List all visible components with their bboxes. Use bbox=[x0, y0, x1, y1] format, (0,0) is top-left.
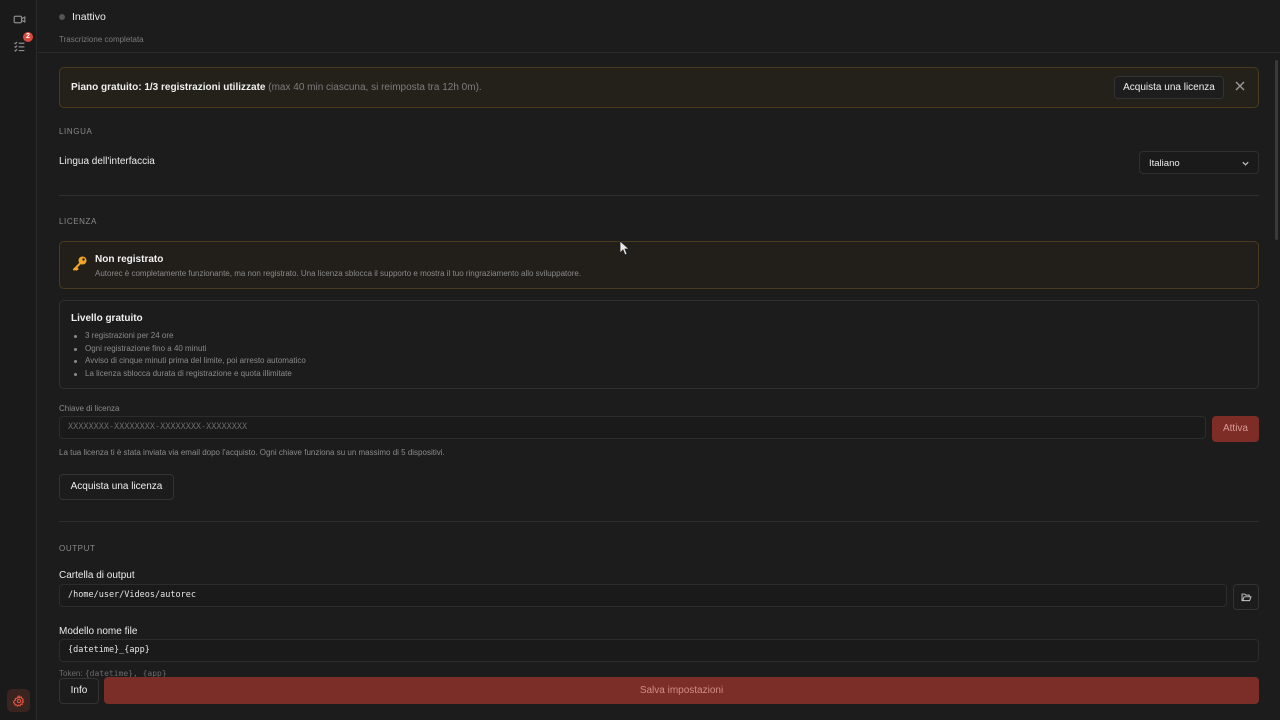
unregistered-title: Non registrato bbox=[95, 254, 164, 265]
license-hint: La tua licenza ti è stata inviata via em… bbox=[59, 448, 445, 457]
list-item: Ogni registrazione fino a 40 minuti bbox=[74, 343, 306, 356]
video-camera-icon[interactable] bbox=[9, 9, 29, 29]
unregistered-description: Autorec è completamente funzionante, ma … bbox=[95, 269, 582, 278]
chevron-down-icon bbox=[1242, 161, 1249, 166]
free-tier-list: 3 registrazioni per 24 ore Ogni registra… bbox=[74, 330, 306, 381]
banner-buy-license-button[interactable]: Acquista una licenza bbox=[1114, 76, 1224, 99]
language-select[interactable]: Italiano bbox=[1139, 151, 1259, 174]
output-folder-label: Cartella di output bbox=[59, 570, 135, 581]
list-item: Avviso di cinque minuti prima del limite… bbox=[74, 355, 306, 368]
mouse-cursor-icon bbox=[619, 240, 631, 256]
section-license-heading: LICENZA bbox=[59, 217, 97, 226]
settings-gear-icon[interactable] bbox=[7, 689, 30, 712]
scrollbar-thumb[interactable] bbox=[1275, 60, 1278, 240]
free-tier-title: Livello gratuito bbox=[71, 313, 143, 324]
filename-pattern-field[interactable]: {datetime}_{app} bbox=[59, 639, 1259, 662]
banner-bold-text: Piano gratuito: 1/3 registrazioni utiliz… bbox=[71, 82, 266, 93]
filename-pattern-label: Modello nome file bbox=[59, 626, 138, 637]
unregistered-notice: Non registrato Autorec è completamente f… bbox=[59, 241, 1259, 289]
status-text: Inattivo bbox=[72, 11, 106, 23]
free-plan-banner: Piano gratuito: 1/3 registrazioni utiliz… bbox=[59, 67, 1259, 108]
divider bbox=[59, 195, 1259, 196]
key-icon bbox=[72, 255, 88, 271]
folder-open-icon[interactable] bbox=[1233, 584, 1259, 610]
free-tier-card: Livello gratuito 3 registrazioni per 24 … bbox=[59, 300, 1259, 389]
save-settings-button[interactable]: Salva impostazioni bbox=[104, 677, 1259, 704]
buy-license-button[interactable]: Acquista una licenza bbox=[59, 474, 174, 500]
token-prefix: Token: bbox=[59, 669, 83, 678]
banner-muted-text: (max 40 min ciascuna, si reimposta tra 1… bbox=[268, 82, 482, 93]
status-subtitle: Trascrizione completata bbox=[59, 35, 144, 44]
banner-text: Piano gratuito: 1/3 registrazioni utiliz… bbox=[71, 82, 482, 93]
notification-badge: 2 bbox=[23, 32, 33, 42]
divider bbox=[59, 521, 1259, 522]
section-language-heading: LINGUA bbox=[59, 127, 93, 136]
list-item: 3 registrazioni per 24 ore bbox=[74, 330, 306, 343]
activate-button[interactable]: Attiva bbox=[1212, 416, 1259, 442]
sidebar-rail: 2 bbox=[0, 0, 37, 720]
interface-language-label: Lingua dell'interfaccia bbox=[59, 156, 155, 167]
status-header: Inattivo Trascrizione completata bbox=[38, 0, 1280, 53]
info-button[interactable]: Info bbox=[59, 678, 99, 704]
close-icon[interactable] bbox=[1235, 81, 1247, 93]
license-key-label: Chiave di licenza bbox=[59, 404, 120, 413]
status-dot-icon bbox=[59, 14, 65, 20]
license-key-input[interactable]: XXXXXXXX-XXXXXXXX-XXXXXXXX-XXXXXXXX bbox=[59, 416, 1206, 439]
output-folder-field[interactable]: /home/user/Videos/autorec bbox=[59, 584, 1227, 607]
list-item: La licenza sblocca durata di registrazio… bbox=[74, 368, 306, 381]
section-output-heading: OUTPUT bbox=[59, 544, 96, 553]
language-select-value: Italiano bbox=[1149, 158, 1180, 169]
